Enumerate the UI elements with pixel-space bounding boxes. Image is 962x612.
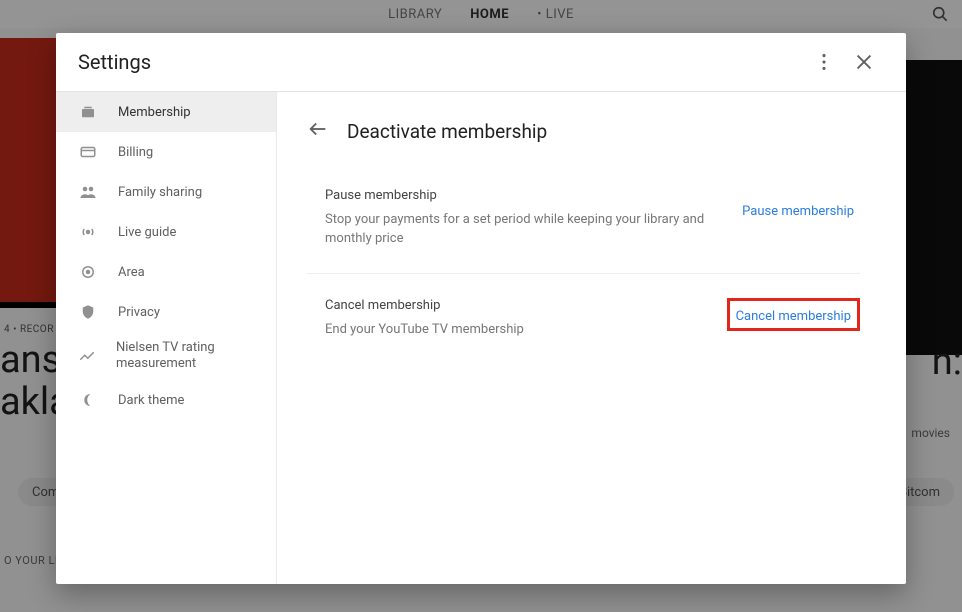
sidebar-item-privacy[interactable]: Privacy [56,292,276,332]
kebab-icon [813,51,835,73]
sidebar-item-dark-theme[interactable]: Dark theme [56,380,276,420]
sidebar-item-label: Billing [118,145,153,160]
close-icon [853,51,875,73]
moon-icon [78,391,98,409]
sidebar-item-family-sharing[interactable]: Family sharing [56,172,276,212]
arrow-left-icon [307,118,329,140]
billing-icon [78,143,98,161]
sidebar-item-label: Area [118,265,145,280]
sidebar-item-label: Membership [118,105,191,120]
cancel-membership-link[interactable]: Cancel membership [736,309,851,324]
content-header: Deactivate membership [307,118,860,144]
sidebar-item-label: Live guide [118,225,176,240]
section-cancel-membership: Cancel membership End your YouTube TV me… [307,274,860,364]
sidebar-item-label: Dark theme [118,393,184,408]
settings-content: Deactivate membership Pause membership S… [277,92,906,584]
sidebar-item-label: Nielsen TV rating measurement [116,340,276,373]
sidebar-item-billing[interactable]: Billing [56,132,276,172]
cancel-description: End your YouTube TV membership [325,321,707,340]
sidebar-item-label: Privacy [118,305,160,320]
modal-body: Membership Billing Family sharing Live g… [56,92,906,584]
sidebar-item-nielsen[interactable]: Nielsen TV rating measurement [56,332,276,380]
back-button[interactable] [307,118,329,144]
pause-description: Stop your payments for a set period whil… [325,211,716,249]
membership-icon [78,103,98,121]
more-options-button[interactable] [804,42,844,82]
pause-membership-link[interactable]: Pause membership [736,196,860,227]
nielsen-icon [78,347,96,365]
area-icon [78,263,98,281]
modal-header: Settings [56,33,906,92]
sidebar-item-live-guide[interactable]: Live guide [56,212,276,252]
content-title: Deactivate membership [347,120,547,143]
family-icon [78,183,98,201]
sidebar-item-membership[interactable]: Membership [56,92,276,132]
sidebar-item-label: Family sharing [118,185,202,200]
close-button[interactable] [844,42,884,82]
settings-sidebar: Membership Billing Family sharing Live g… [56,92,277,584]
annotation-highlight: Cancel membership [727,298,860,331]
pause-title: Pause membership [325,188,716,203]
section-pause-membership: Pause membership Stop your payments for … [307,188,860,274]
cancel-title: Cancel membership [325,298,707,313]
privacy-icon [78,303,98,321]
sidebar-item-area[interactable]: Area [56,252,276,292]
modal-title: Settings [78,50,804,74]
live-icon [78,223,98,241]
settings-modal: Settings Membership Billing Family shari… [56,33,906,584]
